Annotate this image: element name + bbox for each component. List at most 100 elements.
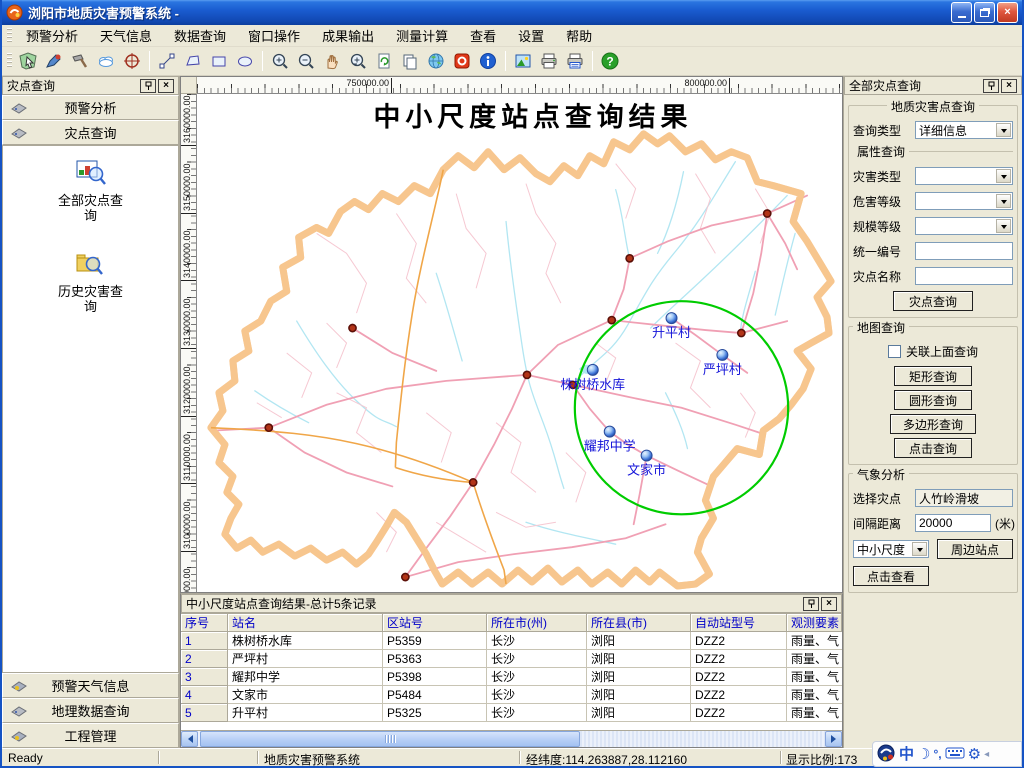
- ime-language-icon[interactable]: 中: [899, 747, 914, 762]
- record-icon[interactable]: [450, 49, 474, 73]
- click-query-button[interactable]: 点击查询: [894, 438, 972, 458]
- zoom-out-icon[interactable]: [294, 49, 318, 73]
- map-select-icon[interactable]: [16, 49, 40, 73]
- scale-combobox[interactable]: 中小尺度: [853, 540, 929, 558]
- pin-icon[interactable]: [803, 597, 819, 611]
- table-row[interactable]: 5 升平村 P5325 长沙 浏阳 DZZ2 雨量、气: [181, 704, 842, 722]
- print-preview-icon[interactable]: [563, 49, 587, 73]
- disaster-type-combobox[interactable]: [915, 167, 1013, 185]
- column-header[interactable]: 站名: [228, 614, 383, 632]
- menu-item[interactable]: 窗口操作: [240, 24, 308, 47]
- menu-item[interactable]: 成果输出: [314, 24, 382, 47]
- chevron-down-icon[interactable]: [912, 542, 927, 556]
- table-row[interactable]: 2 严坪村 P5363 长沙 浏阳 DZZ2 雨量、气: [181, 650, 842, 668]
- chevron-down-icon[interactable]: [996, 123, 1011, 137]
- scroll-thumb[interactable]: [200, 731, 580, 747]
- column-header[interactable]: 所在市(州): [487, 614, 587, 632]
- distance-input[interactable]: 20000: [915, 514, 991, 532]
- circle-query-button[interactable]: 圆形查询: [894, 390, 972, 410]
- pin-icon[interactable]: [983, 79, 999, 93]
- rectangle-query-button[interactable]: 矩形查询: [894, 366, 972, 386]
- rectangle-tool-icon[interactable]: [207, 49, 231, 73]
- click-view-button[interactable]: 点击查看: [853, 566, 929, 586]
- globe-icon[interactable]: [424, 49, 448, 73]
- close-button[interactable]: ×: [997, 2, 1018, 23]
- unified-id-input[interactable]: [915, 242, 1013, 260]
- column-header[interactable]: 所在县(市): [587, 614, 691, 632]
- scale-level-combobox[interactable]: [915, 217, 1013, 235]
- column-header[interactable]: 观测要素: [787, 614, 842, 632]
- zoom-window-icon[interactable]: [346, 49, 370, 73]
- point-name-input[interactable]: [915, 267, 1013, 285]
- menu-item[interactable]: 测量计算: [388, 24, 456, 47]
- link-above-checkbox[interactable]: [888, 345, 901, 358]
- tray-collapse-icon[interactable]: ◂: [984, 749, 989, 760]
- copy-view-icon[interactable]: [398, 49, 422, 73]
- refresh-view-icon[interactable]: [372, 49, 396, 73]
- pan-hand-icon[interactable]: [320, 49, 344, 73]
- export-image-icon[interactable]: [511, 49, 535, 73]
- table-row[interactable]: 1 株树桥水库 P5359 长沙 浏阳 DZZ2 雨量、气: [181, 632, 842, 650]
- ime-keyboard-icon[interactable]: [945, 746, 965, 763]
- scroll-right-button[interactable]: [825, 731, 842, 747]
- close-icon[interactable]: ×: [1001, 79, 1017, 93]
- sidebar-section-warning-analysis[interactable]: 预警分析: [2, 95, 179, 120]
- menu-item[interactable]: 天气信息: [92, 24, 160, 47]
- pin-icon[interactable]: [140, 79, 156, 93]
- station-marker[interactable]: 耀邦中学: [584, 426, 636, 453]
- close-icon[interactable]: ×: [821, 597, 837, 611]
- station-marker[interactable]: 文家市: [627, 450, 666, 477]
- minimize-button[interactable]: [951, 2, 972, 23]
- select-point-input[interactable]: 人竹岭滑坡: [915, 489, 1013, 507]
- station-marker[interactable]: 严坪村: [703, 349, 742, 376]
- scroll-track[interactable]: [198, 731, 825, 747]
- polygon-tool-icon[interactable]: [181, 49, 205, 73]
- cloud-tool-icon[interactable]: [94, 49, 118, 73]
- column-header[interactable]: 自动站型号: [691, 614, 787, 632]
- menu-item[interactable]: 查看: [462, 24, 504, 47]
- map-canvas[interactable]: 中小尺度站点查询结果 升平村严坪村株树桥水库耀邦中学文家市: [197, 94, 842, 592]
- nearby-stations-button[interactable]: 周边站点: [937, 539, 1013, 559]
- disaster-query-button[interactable]: 灾点查询: [893, 291, 973, 311]
- station-marker[interactable]: 升平村: [652, 313, 691, 340]
- close-icon[interactable]: ×: [158, 79, 174, 93]
- polygon-query-button[interactable]: 多边形查询: [890, 414, 976, 434]
- table-row[interactable]: 4 文家市 P5484 长沙 浏阳 DZZ2 雨量、气: [181, 686, 842, 704]
- hazard-level-combobox[interactable]: [915, 192, 1013, 210]
- station-marker[interactable]: 株树桥水库: [560, 364, 625, 391]
- zoom-in-icon[interactable]: [268, 49, 292, 73]
- sidebar-item-history-disaster-query[interactable]: 历史灾害查询: [3, 249, 178, 314]
- info-icon[interactable]: [476, 49, 500, 73]
- chevron-down-icon[interactable]: [996, 194, 1011, 208]
- menu-item[interactable]: 设置: [510, 24, 552, 47]
- menu-item[interactable]: 帮助: [558, 24, 600, 47]
- ime-moon-icon[interactable]: ☽: [917, 747, 930, 762]
- ellipse-tool-icon[interactable]: [233, 49, 257, 73]
- horizontal-scrollbar[interactable]: [181, 730, 842, 747]
- menu-item[interactable]: 预警分析: [18, 24, 86, 47]
- hammer-tool-icon[interactable]: [68, 49, 92, 73]
- column-header[interactable]: 区站号: [383, 614, 487, 632]
- chevron-down-icon[interactable]: [996, 219, 1011, 233]
- target-tool-icon[interactable]: [120, 49, 144, 73]
- ime-settings-gear-icon[interactable]: ⚙: [968, 747, 981, 762]
- ime-sogou-icon[interactable]: [876, 743, 896, 766]
- print-icon[interactable]: [537, 49, 561, 73]
- scroll-left-button[interactable]: [181, 731, 198, 747]
- ime-punctuation-icon[interactable]: °,: [933, 747, 941, 761]
- help-icon[interactable]: ?: [598, 49, 622, 73]
- sidebar-section-project-management[interactable]: 工程管理: [2, 723, 179, 748]
- table-row[interactable]: 3 耀邦中学 P5398 长沙 浏阳 DZZ2 雨量、气: [181, 668, 842, 686]
- pin-tool-icon[interactable]: [42, 49, 66, 73]
- sidebar-section-disaster-query[interactable]: 灾点查询: [2, 120, 179, 145]
- line-tool-icon[interactable]: [155, 49, 179, 73]
- station-label: 文家市: [627, 462, 666, 477]
- sidebar-item-all-disaster-query[interactable]: 全部灾点查询: [3, 158, 178, 223]
- sidebar-section-weather-info[interactable]: 预警天气信息: [2, 673, 179, 698]
- restore-button[interactable]: [974, 2, 995, 23]
- column-header[interactable]: 序号: [181, 614, 228, 632]
- query-type-combobox[interactable]: 详细信息: [915, 121, 1013, 139]
- menu-item[interactable]: 数据查询: [166, 24, 234, 47]
- sidebar-section-geo-data-query[interactable]: 地理数据查询: [2, 698, 179, 723]
- chevron-down-icon[interactable]: [996, 169, 1011, 183]
